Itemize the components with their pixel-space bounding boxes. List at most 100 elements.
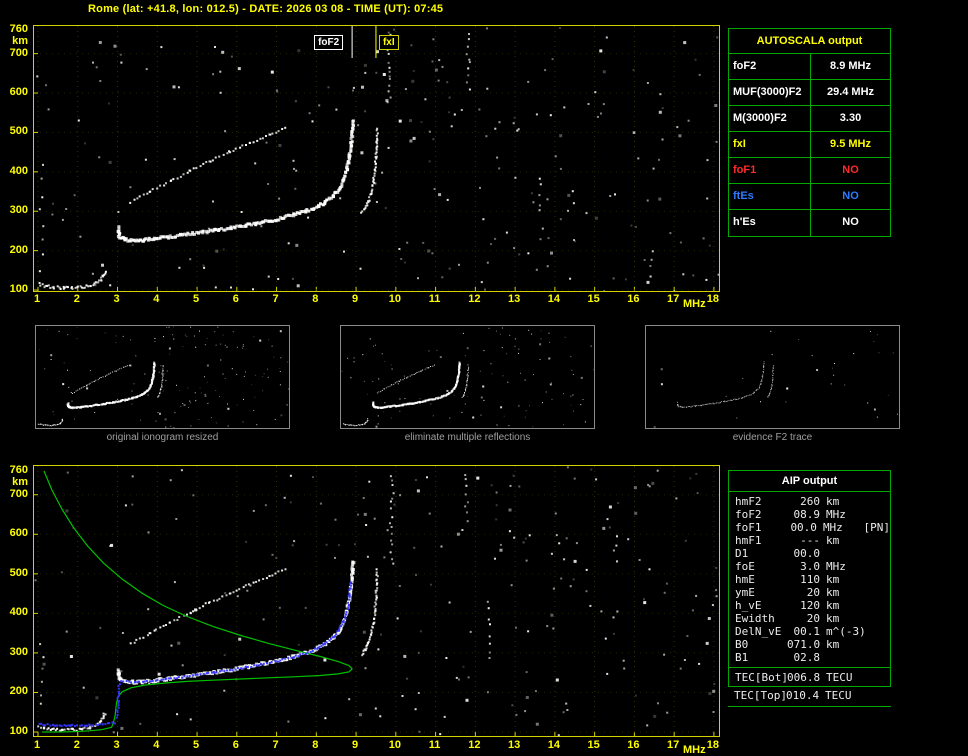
aip-row-hmF1: hmF1---km bbox=[729, 534, 890, 547]
top-ionogram-plot: foF2 fxI bbox=[33, 25, 720, 292]
thumbnail-f2-trace-canvas bbox=[646, 326, 899, 428]
top-x-tick: 17 bbox=[665, 293, 681, 305]
top-y-tick: 700 bbox=[0, 47, 28, 59]
bottom-ionogram-plot bbox=[33, 465, 720, 737]
station-date-header: Rome (lat: +41.8, lon: 012.5) - DATE: 20… bbox=[88, 3, 443, 15]
aip-table-title: AIP output bbox=[728, 470, 891, 492]
bottom-x-unit-label: MHz bbox=[683, 744, 713, 756]
thumbnail-original-canvas bbox=[36, 326, 289, 428]
bottom-y-tick: 100 bbox=[0, 725, 28, 737]
bottom-x-tick: 4 bbox=[148, 739, 164, 751]
bottom-y-tick: 600 bbox=[0, 527, 28, 539]
aip-row-B1: B102.8 bbox=[729, 651, 890, 664]
bottom-x-tick: 16 bbox=[625, 739, 641, 751]
thumbnail-multiple-reflections bbox=[340, 325, 595, 429]
top-x-tick: 8 bbox=[307, 293, 323, 305]
autoscala-row-value: NO bbox=[811, 184, 890, 209]
bottom-ionogram-canvas bbox=[34, 466, 719, 736]
top-x-tick: 4 bbox=[148, 293, 164, 305]
top-y-tick: 400 bbox=[0, 165, 28, 177]
top-x-tick: 13 bbox=[506, 293, 522, 305]
autoscala-row-foF2: foF28.9 MHz bbox=[729, 54, 890, 80]
bottom-y-tick: 400 bbox=[0, 606, 28, 618]
fxi-marker-label: fxI bbox=[379, 35, 399, 50]
aip-tec-top-row: TEC[Top]010.4TECU bbox=[728, 687, 891, 707]
bottom-x-tick: 9 bbox=[347, 739, 363, 751]
aip-row-DelN_vE: DelN_vE00.1m^(-3) bbox=[729, 625, 890, 638]
autoscala-row-h'Es: h'EsNO bbox=[729, 210, 890, 236]
bottom-x-tick: 18 bbox=[705, 739, 721, 751]
bottom-x-tick: 14 bbox=[546, 739, 562, 751]
top-ionogram-canvas bbox=[34, 26, 719, 291]
top-y-tick: 760 bbox=[0, 23, 28, 35]
bottom-y-tick: 200 bbox=[0, 685, 28, 697]
top-y-tick: 300 bbox=[0, 204, 28, 216]
aip-row-h_vE: h_vE120km bbox=[729, 599, 890, 612]
aip-row-foF1: foF100.0MHz[PN] bbox=[729, 521, 890, 534]
top-x-tick: 11 bbox=[427, 293, 443, 305]
top-x-tick: 12 bbox=[466, 293, 482, 305]
aip-row-Ewidth: Ewidth20km bbox=[729, 612, 890, 625]
top-x-tick: 2 bbox=[69, 293, 85, 305]
bottom-y-tick: 700 bbox=[0, 488, 28, 500]
thumbnail-caption-multiples: eliminate multiple reflections bbox=[340, 432, 595, 443]
bottom-x-tick: 1 bbox=[29, 739, 45, 751]
aip-row-foE: foE3.0MHz bbox=[729, 560, 890, 573]
bottom-x-tick: 17 bbox=[665, 739, 681, 751]
aip-table-rows: hmF2260kmfoF208.9MHzfoF100.0MHz[PN]hmF1-… bbox=[728, 492, 891, 687]
aip-row-TEC[Top]: TEC[Top]010.4TECU bbox=[728, 689, 891, 703]
autoscala-row-label: h'Es bbox=[729, 210, 811, 236]
bottom-x-tick: 10 bbox=[387, 739, 403, 751]
bottom-x-tick: 7 bbox=[268, 739, 284, 751]
top-y-tick: 500 bbox=[0, 125, 28, 137]
aip-output-table: AIP output hmF2260kmfoF208.9MHzfoF100.0M… bbox=[728, 470, 891, 707]
aip-row-hmF2: hmF2260km bbox=[729, 495, 890, 508]
autoscala-row-MUF(3000)F2: MUF(3000)F229.4 MHz bbox=[729, 80, 890, 106]
bottom-x-tick: 3 bbox=[109, 739, 125, 751]
autoscala-row-value: NO bbox=[811, 210, 890, 236]
top-y-tick: 200 bbox=[0, 244, 28, 256]
top-x-tick: 1 bbox=[29, 293, 45, 305]
autoscala-row-label: MUF(3000)F2 bbox=[729, 80, 811, 105]
autoscala-table-rows: foF28.9 MHzMUF(3000)F229.4 MHzM(3000)F23… bbox=[729, 54, 890, 236]
top-y-tick: 600 bbox=[0, 86, 28, 98]
aip-row-TEC[Bot]: TEC[Bot]006.8TECU bbox=[729, 667, 890, 686]
thumbnail-multiple-reflections-canvas bbox=[341, 326, 594, 428]
autoscala-row-label: foF2 bbox=[729, 54, 811, 79]
autoscala-row-value: 9.5 MHz bbox=[811, 132, 890, 157]
top-x-tick: 10 bbox=[387, 293, 403, 305]
top-x-tick: 16 bbox=[625, 293, 641, 305]
autoscala-row-label: ftEs bbox=[729, 184, 811, 209]
aip-row-D1: D100.0 bbox=[729, 547, 890, 560]
fof2-marker-label: foF2 bbox=[314, 35, 343, 50]
bottom-x-tick: 15 bbox=[586, 739, 602, 751]
thumbnail-original-ionogram bbox=[35, 325, 290, 429]
bottom-y-tick: 500 bbox=[0, 567, 28, 579]
top-x-tick: 18 bbox=[705, 293, 721, 305]
aip-row-B0: B0071.0km bbox=[729, 638, 890, 651]
top-x-tick: 9 bbox=[347, 293, 363, 305]
autoscala-row-foF1: foF1NO bbox=[729, 158, 890, 184]
top-x-tick: 6 bbox=[228, 293, 244, 305]
autoscala-row-value: 29.4 MHz bbox=[811, 80, 890, 105]
bottom-y-tick: 300 bbox=[0, 646, 28, 658]
autoscala-row-value: 8.9 MHz bbox=[811, 54, 890, 79]
top-x-tick: 5 bbox=[188, 293, 204, 305]
top-x-tick: 15 bbox=[586, 293, 602, 305]
aip-row-ymE: ymE20km bbox=[729, 586, 890, 599]
autoscala-row-M(3000)F2: M(3000)F23.30 bbox=[729, 106, 890, 132]
autoscala-row-value: 3.30 bbox=[811, 106, 890, 131]
aip-row-foF2: foF208.9MHz bbox=[729, 508, 890, 521]
bottom-y-tick: 760 bbox=[0, 464, 28, 476]
top-x-tick: 14 bbox=[546, 293, 562, 305]
bottom-x-tick: 11 bbox=[427, 739, 443, 751]
top-y-tick: 100 bbox=[0, 283, 28, 295]
autoscala-output-table: AUTOSCALA output foF28.9 MHzMUF(3000)F22… bbox=[728, 28, 891, 237]
bottom-x-tick: 8 bbox=[307, 739, 323, 751]
autoscala-table-title: AUTOSCALA output bbox=[729, 29, 890, 54]
thumbnail-caption-original: original ionogram resized bbox=[35, 432, 290, 443]
aip-row-hmE: hmE110km bbox=[729, 573, 890, 586]
autoscala-row-ftEs: ftEsNO bbox=[729, 184, 890, 210]
thumbnail-f2-trace bbox=[645, 325, 900, 429]
autoscala-row-label: fxI bbox=[729, 132, 811, 157]
